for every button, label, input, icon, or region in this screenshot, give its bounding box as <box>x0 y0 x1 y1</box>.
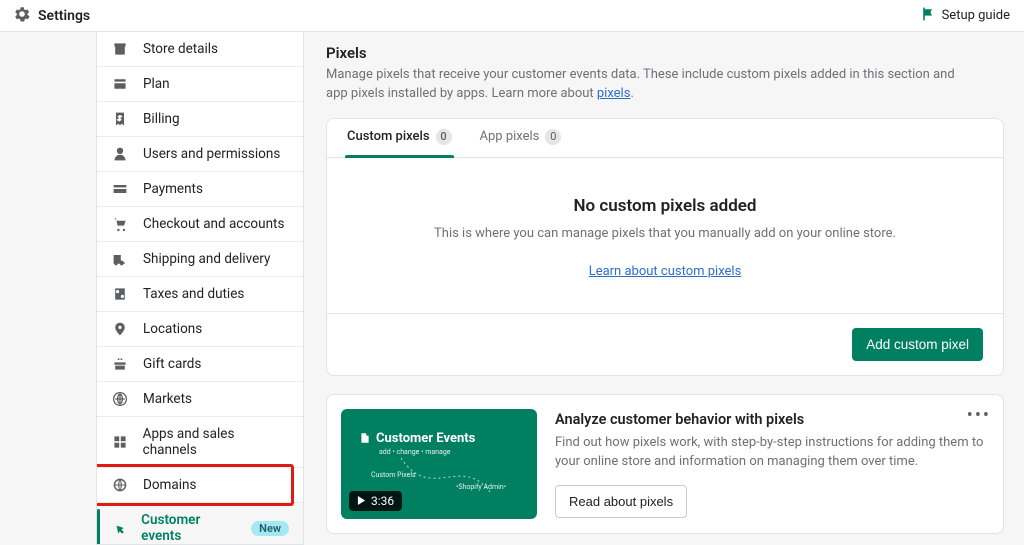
empty-title: No custom pixels added <box>347 196 983 216</box>
pixels-card: Custom pixels 0 App pixels 0 No custom p… <box>326 118 1004 376</box>
pixels-tabs: Custom pixels 0 App pixels 0 <box>327 119 1003 158</box>
truck-icon <box>111 251 129 267</box>
thumb-chip: •Shopify Admin• <box>456 483 506 491</box>
empty-state: No custom pixels added This is where you… <box>327 158 1003 313</box>
plan-icon <box>111 76 129 92</box>
user-icon <box>111 146 129 162</box>
promo-video-thumbnail[interactable]: Customer Events add • change • manage Cu… <box>341 409 537 519</box>
add-custom-pixel-button[interactable]: Add custom pixel <box>852 328 983 361</box>
promo-heading: Analyze customer behavior with pixels <box>555 411 989 428</box>
thumb-subtitle: add • change • manage <box>379 448 450 456</box>
sidebar-item-label: Customer events <box>141 512 233 544</box>
tab-app-pixels[interactable]: App pixels 0 <box>480 129 562 157</box>
card-icon <box>111 181 129 197</box>
sidebar-item-billing[interactable]: Billing <box>97 102 303 137</box>
sidebar-item-label: Payments <box>143 181 203 197</box>
sidebar-item-label: Gift cards <box>143 356 201 372</box>
sidebar-item-locations[interactable]: Locations <box>97 312 303 347</box>
sidebar-item-domains[interactable]: Domains <box>97 468 303 503</box>
sidebar-item-gift-cards[interactable]: Gift cards <box>97 347 303 382</box>
sidebar-item-shipping[interactable]: Shipping and delivery <box>97 242 303 277</box>
gift-icon <box>111 356 129 372</box>
promo-card: Customer Events add • change • manage Cu… <box>326 394 1004 534</box>
domain-icon <box>111 477 129 493</box>
more-actions-button[interactable]: ••• <box>967 405 991 426</box>
topbar: Settings Setup guide <box>0 0 1024 32</box>
sidebar-item-label: Apps and sales channels <box>143 426 289 458</box>
pin-icon <box>111 321 129 337</box>
thumb-chip: Custom Pixels <box>371 471 416 479</box>
sidebar-item-label: Users and permissions <box>143 146 280 162</box>
cart-icon <box>111 216 129 232</box>
sidebar-item-customer-events[interactable]: Customer events New <box>97 503 303 545</box>
card-footer: Add custom pixel <box>327 313 1003 375</box>
store-icon <box>111 41 129 57</box>
promo-body-text: Find out how pixels work, with step-by-s… <box>555 434 985 472</box>
cursor-click-icon <box>111 520 127 536</box>
sidebar-item-label: Billing <box>143 111 180 127</box>
sidebar-item-label: Domains <box>143 477 196 493</box>
apps-icon <box>111 434 129 450</box>
sidebar-item-markets[interactable]: Markets <box>97 382 303 417</box>
setup-guide-label: Setup guide <box>942 8 1010 23</box>
sidebar-item-label: Store details <box>143 41 218 57</box>
sidebar-item-plan[interactable]: Plan <box>97 67 303 102</box>
billing-icon <box>111 111 129 127</box>
tab-custom-pixels[interactable]: Custom pixels 0 <box>347 129 452 157</box>
flag-icon <box>920 6 936 26</box>
section-heading: Pixels <box>326 44 1004 62</box>
page-title: Settings <box>38 8 90 24</box>
sidebar-item-apps[interactable]: Apps and sales channels <box>97 417 303 468</box>
percent-icon <box>111 286 129 302</box>
sidebar-item-store-details[interactable]: Store details <box>97 32 303 67</box>
sidebar-item-label: Taxes and duties <box>143 286 244 302</box>
sidebar-item-checkout[interactable]: Checkout and accounts <box>97 207 303 242</box>
count-badge: 0 <box>436 129 452 145</box>
globe-icon <box>111 391 129 407</box>
sidebar-item-label: Shipping and delivery <box>143 251 270 267</box>
count-badge: 0 <box>545 129 561 145</box>
setup-guide-button[interactable]: Setup guide <box>920 6 1010 26</box>
section-subheading: Manage pixels that receive your customer… <box>326 66 966 104</box>
read-about-pixels-button[interactable]: Read about pixels <box>555 485 687 518</box>
sidebar-item-label: Markets <box>143 391 192 407</box>
video-duration-badge: 3:36 <box>349 491 402 511</box>
learn-custom-pixels-link[interactable]: Learn about custom pixels <box>589 264 742 279</box>
play-icon <box>357 496 366 505</box>
sidebar-item-payments[interactable]: Payments <box>97 172 303 207</box>
sidebar-item-label: Checkout and accounts <box>143 216 284 232</box>
sidebar-item-label: Locations <box>143 321 202 337</box>
new-badge: New <box>251 521 289 536</box>
pixels-doc-link[interactable]: pixels <box>597 86 631 101</box>
sidebar-item-users[interactable]: Users and permissions <box>97 137 303 172</box>
main-content: Pixels Manage pixels that receive your c… <box>304 32 1024 545</box>
sidebar-item-label: Plan <box>143 76 170 92</box>
settings-sidebar: Store details Plan Billing Users and per… <box>96 32 304 545</box>
gear-icon <box>14 6 30 26</box>
sidebar-item-taxes[interactable]: Taxes and duties <box>97 277 303 312</box>
empty-body: This is where you can manage pixels that… <box>347 226 983 241</box>
thumb-title: Customer Events <box>359 431 475 446</box>
